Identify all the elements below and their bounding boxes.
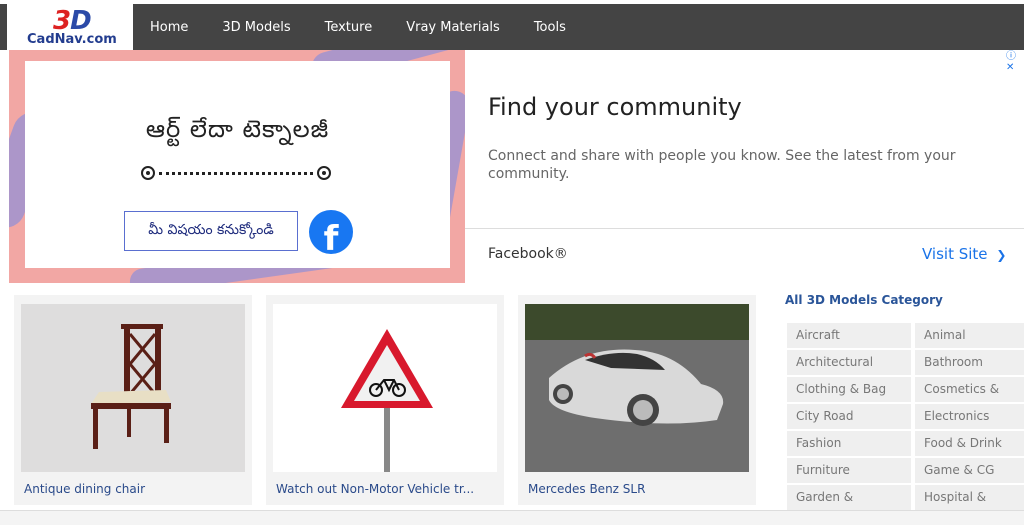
ad-card: ఆర్ట్ లేదా టెక్నాలజీ మీ విషయం కనుక్కోండి… <box>25 61 450 268</box>
model-list: Antique dining chair Watch out Non-Motor… <box>14 290 774 510</box>
category-item[interactable]: Bathroom <box>915 350 1024 375</box>
car-thumbnail[interactable] <box>525 304 749 472</box>
bottom-bar <box>0 510 1024 525</box>
model-card[interactable]: Mercedes Benz SLR <box>518 295 756 505</box>
category-item[interactable]: Animal <box>915 323 1024 348</box>
nav-3d-models[interactable]: 3D Models <box>205 20 307 35</box>
nav-texture[interactable]: Texture <box>308 20 390 35</box>
category-item[interactable]: Game & CG <box>915 458 1024 483</box>
category-item[interactable]: Food & Drink <box>915 431 1024 456</box>
chair-thumbnail[interactable] <box>21 304 245 472</box>
model-title[interactable]: Watch out Non-Motor Vehicle tr... <box>276 482 474 496</box>
ad-description: Connect and share with people you know. … <box>488 148 956 182</box>
chevron-right-icon: ❯ <box>996 248 1007 262</box>
ad-text-panel[interactable]: ⓘ ✕ Find your community Connect and shar… <box>465 50 1024 283</box>
category-item[interactable]: Aircraft <box>787 323 911 348</box>
category-panel: All 3D Models Category Aircraft Animal A… <box>785 290 1024 510</box>
nav-home[interactable]: Home <box>133 20 205 35</box>
category-item[interactable]: Fashion <box>787 431 911 456</box>
navbar: 3D CadNav.com Home 3D Models Texture Vra… <box>0 4 1024 50</box>
logo-text: CadNav.com <box>27 32 117 47</box>
category-item[interactable]: Hospital & <box>915 485 1024 510</box>
model-card[interactable]: Antique dining chair <box>14 295 252 505</box>
model-card[interactable]: Watch out Non-Motor Vehicle tr... <box>266 295 504 505</box>
ad-creative[interactable]: ఆర్ట్ లేదా టెక్నాలజీ మీ విషయం కనుక్కోండి… <box>9 50 465 283</box>
category-item[interactable]: City Road <box>787 404 911 429</box>
ad-telugu-title: ఆర్ట్ లేదా టెక్నాలజీ <box>145 115 330 143</box>
nav-tools[interactable]: Tools <box>517 20 583 35</box>
ad-headline[interactable]: Find your community <box>488 93 742 121</box>
main-nav: Home 3D Models Texture Vray Materials To… <box>133 4 583 50</box>
site-logo[interactable]: 3D CadNav.com <box>7 4 133 50</box>
advertisement[interactable]: ఆర్ట్ లేదా టెక్నాలజీ మీ విషయం కనుక్కోండి… <box>9 50 1024 283</box>
ad-telugu-button[interactable]: మీ విషయం కనుక్కోండి <box>124 211 298 251</box>
category-item[interactable]: Cosmetics & <box>915 377 1024 402</box>
dotted-divider <box>141 165 331 183</box>
category-item[interactable]: Electronics <box>915 404 1024 429</box>
nav-vray-materials[interactable]: Vray Materials <box>389 20 517 35</box>
model-title[interactable]: Antique dining chair <box>24 482 145 496</box>
visit-site-label: Visit Site <box>922 245 988 263</box>
visit-site-link[interactable]: Visit Site ❯ <box>922 245 1006 263</box>
ad-brand: Facebook® <box>488 246 568 262</box>
category-item[interactable]: Garden & <box>787 485 911 510</box>
category-item[interactable]: Clothing & Bag <box>787 377 911 402</box>
circle-dot-icon <box>317 166 331 180</box>
circle-dot-icon <box>141 166 155 180</box>
bicycle-warning-sign-thumbnail[interactable] <box>273 304 497 472</box>
category-panel-title: All 3D Models Category <box>785 293 943 307</box>
facebook-logo-icon[interactable]: f <box>309 210 353 254</box>
ad-divider <box>465 228 1024 229</box>
ad-info-icon[interactable]: ⓘ ✕ <box>1006 47 1024 73</box>
category-grid: Aircraft Animal Architectural Bathroom C… <box>787 323 1024 510</box>
category-item[interactable]: Architectural <box>787 350 911 375</box>
model-title[interactable]: Mercedes Benz SLR <box>528 482 645 496</box>
category-item[interactable]: Furniture <box>787 458 911 483</box>
